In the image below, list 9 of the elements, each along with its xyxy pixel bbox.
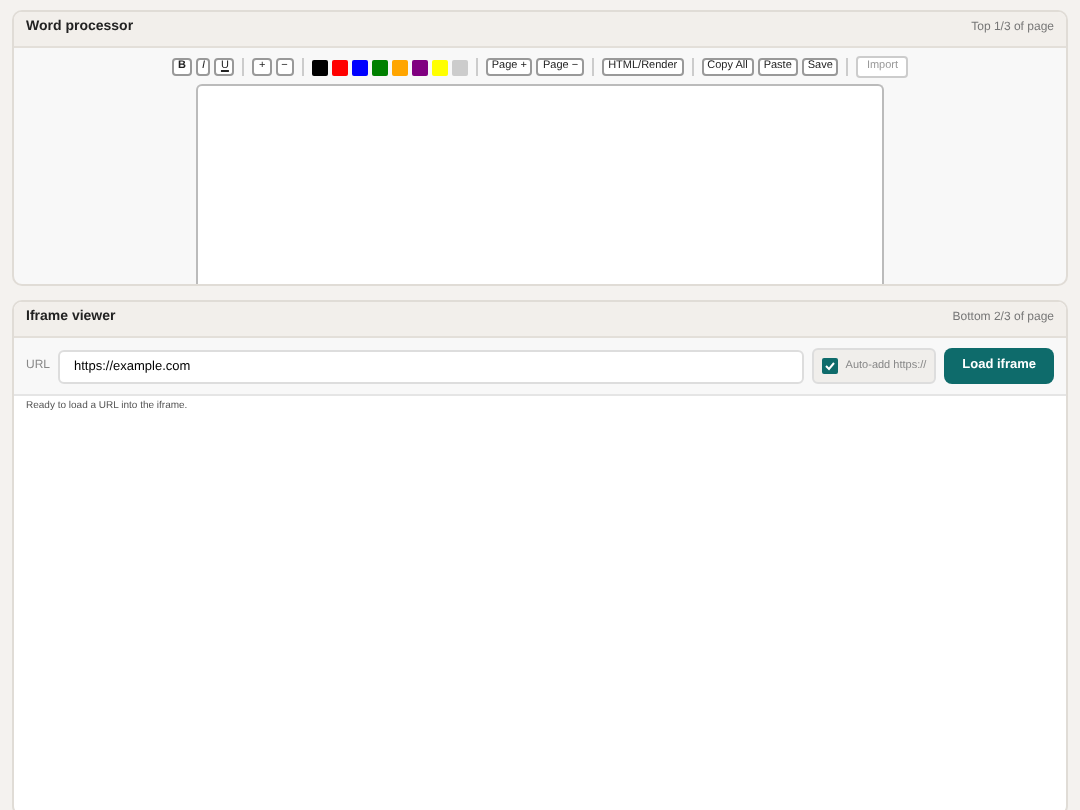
color-swatch[interactable] bbox=[451, 59, 468, 75]
checkbox[interactable] bbox=[821, 358, 838, 374]
color-swatch[interactable] bbox=[331, 59, 348, 75]
color-swatch[interactable] bbox=[431, 59, 448, 75]
color-swatch[interactable] bbox=[411, 59, 428, 75]
color-swatch[interactable] bbox=[371, 59, 388, 75]
color-swatch[interactable] bbox=[311, 59, 328, 75]
color-swatch[interactable] bbox=[351, 59, 368, 75]
color-swatch[interactable] bbox=[391, 59, 408, 75]
